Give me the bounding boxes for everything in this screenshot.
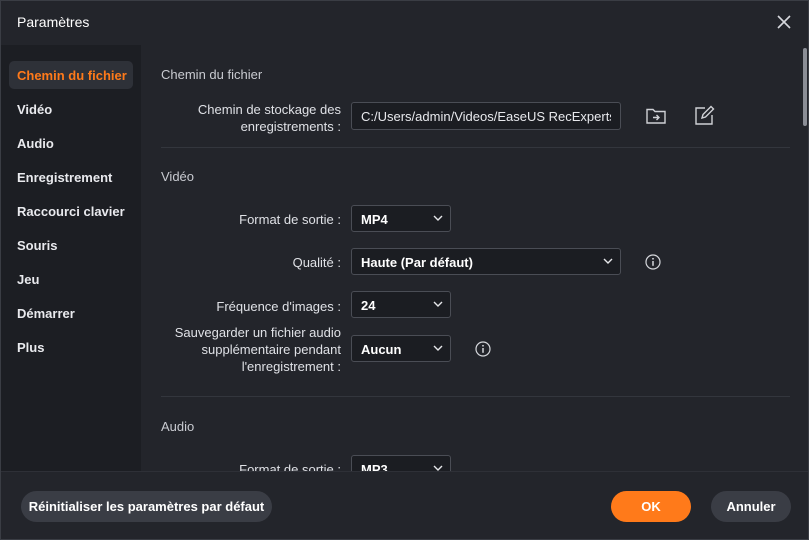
open-folder-icon[interactable] bbox=[644, 104, 668, 128]
divider bbox=[161, 147, 790, 148]
sidebar-item-mouse[interactable]: Souris bbox=[9, 231, 133, 259]
scroll-thumb[interactable] bbox=[803, 48, 807, 126]
extra-audio-select[interactable]: Aucun bbox=[351, 335, 451, 362]
quality-value: Haute (Par défaut) bbox=[361, 255, 473, 270]
settings-dialog: Paramètres Chemin du fichier Vidéo Audio… bbox=[0, 0, 809, 540]
sidebar-item-recording[interactable]: Enregistrement bbox=[9, 163, 133, 191]
sidebar-item-audio[interactable]: Audio bbox=[9, 129, 133, 157]
quality-label: Qualité : bbox=[292, 255, 341, 270]
edit-path-icon[interactable] bbox=[692, 104, 716, 128]
framerate-value: 24 bbox=[361, 298, 376, 313]
framerate-select[interactable]: 24 bbox=[351, 291, 451, 318]
dialog-footer: Réinitialiser les paramètres par défaut … bbox=[1, 471, 808, 539]
framerate-label: Fréquence d'images : bbox=[216, 299, 341, 314]
chevron-down-icon bbox=[433, 301, 443, 307]
video-format-label: Format de sortie : bbox=[239, 212, 341, 227]
extra-audio-value: Aucun bbox=[361, 342, 402, 357]
section-title-file-path: Chemin du fichier bbox=[161, 67, 263, 82]
sidebar-item-startup[interactable]: Démarrer bbox=[9, 299, 133, 327]
quality-info-icon[interactable] bbox=[645, 254, 661, 270]
extra-audio-label-line3: l'enregistrement : bbox=[241, 359, 341, 374]
chevron-down-icon bbox=[433, 465, 443, 471]
video-format-select[interactable]: MP4 bbox=[351, 205, 451, 232]
chevron-down-icon bbox=[433, 215, 443, 221]
quality-select[interactable]: Haute (Par défaut) bbox=[351, 248, 621, 275]
sidebar-item-file-path[interactable]: Chemin du fichier bbox=[9, 61, 133, 89]
storage-path-label: Chemin de stockage des enregistrements : bbox=[198, 101, 341, 135]
chevron-down-icon bbox=[433, 345, 443, 351]
extra-audio-label-line2: supplémentaire pendant bbox=[201, 342, 342, 357]
video-format-value: MP4 bbox=[361, 212, 388, 227]
sidebar-item-video[interactable]: Vidéo bbox=[9, 95, 133, 123]
storage-path-input[interactable] bbox=[351, 102, 621, 130]
title-bar: Paramètres bbox=[1, 1, 808, 45]
audio-format-select[interactable]: MP3 bbox=[351, 455, 451, 471]
extra-audio-label-line1: Sauvegarder un fichier audio bbox=[174, 325, 341, 340]
audio-format-label: Format de sortie : bbox=[239, 462, 341, 471]
extra-audio-label: Sauvegarder un fichier audio supplémenta… bbox=[175, 324, 341, 375]
settings-content: Chemin du fichier Chemin de stockage des… bbox=[142, 45, 808, 471]
dialog-title: Paramètres bbox=[17, 14, 90, 30]
storage-path-label-line2: enregistrements : bbox=[240, 119, 341, 134]
sidebar-item-game[interactable]: Jeu bbox=[9, 265, 133, 293]
cancel-button[interactable]: Annuler bbox=[711, 491, 791, 522]
audio-format-value: MP3 bbox=[361, 462, 388, 471]
chevron-down-icon bbox=[603, 258, 613, 264]
extra-audio-info-icon[interactable] bbox=[475, 341, 491, 357]
sidebar-item-more[interactable]: Plus bbox=[9, 333, 133, 361]
sidebar-item-shortcuts[interactable]: Raccourci clavier bbox=[9, 197, 133, 225]
content-scrollbar[interactable] bbox=[802, 45, 808, 471]
close-icon[interactable] bbox=[774, 12, 794, 32]
settings-sidebar: Chemin du fichier Vidéo Audio Enregistre… bbox=[1, 45, 141, 471]
reset-defaults-button[interactable]: Réinitialiser les paramètres par défaut bbox=[21, 491, 272, 522]
section-title-audio: Audio bbox=[161, 419, 195, 434]
section-title-video: Vidéo bbox=[161, 169, 195, 184]
storage-path-label-line1: Chemin de stockage des bbox=[197, 102, 341, 117]
divider bbox=[161, 396, 790, 397]
ok-button[interactable]: OK bbox=[611, 491, 691, 522]
